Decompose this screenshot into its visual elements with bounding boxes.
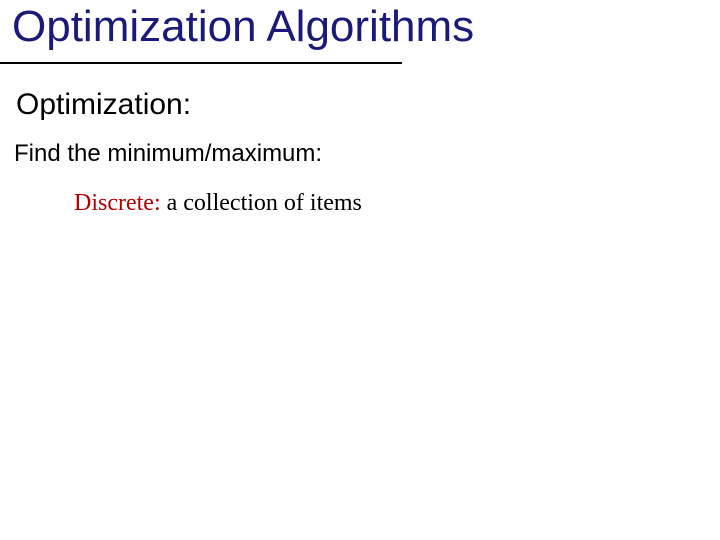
title-underline (0, 62, 402, 64)
discrete-label: Discrete: (74, 190, 161, 216)
section-heading: Optimization: (16, 88, 191, 122)
slide-title: Optimization Algorithms (12, 2, 474, 52)
slide: Optimization Algorithms Optimization: Fi… (0, 0, 720, 540)
discrete-line: Discrete: a collection of items (74, 190, 362, 217)
body-text: Find the minimum/maximum: (14, 140, 322, 168)
discrete-text: a collection of items (161, 190, 362, 216)
